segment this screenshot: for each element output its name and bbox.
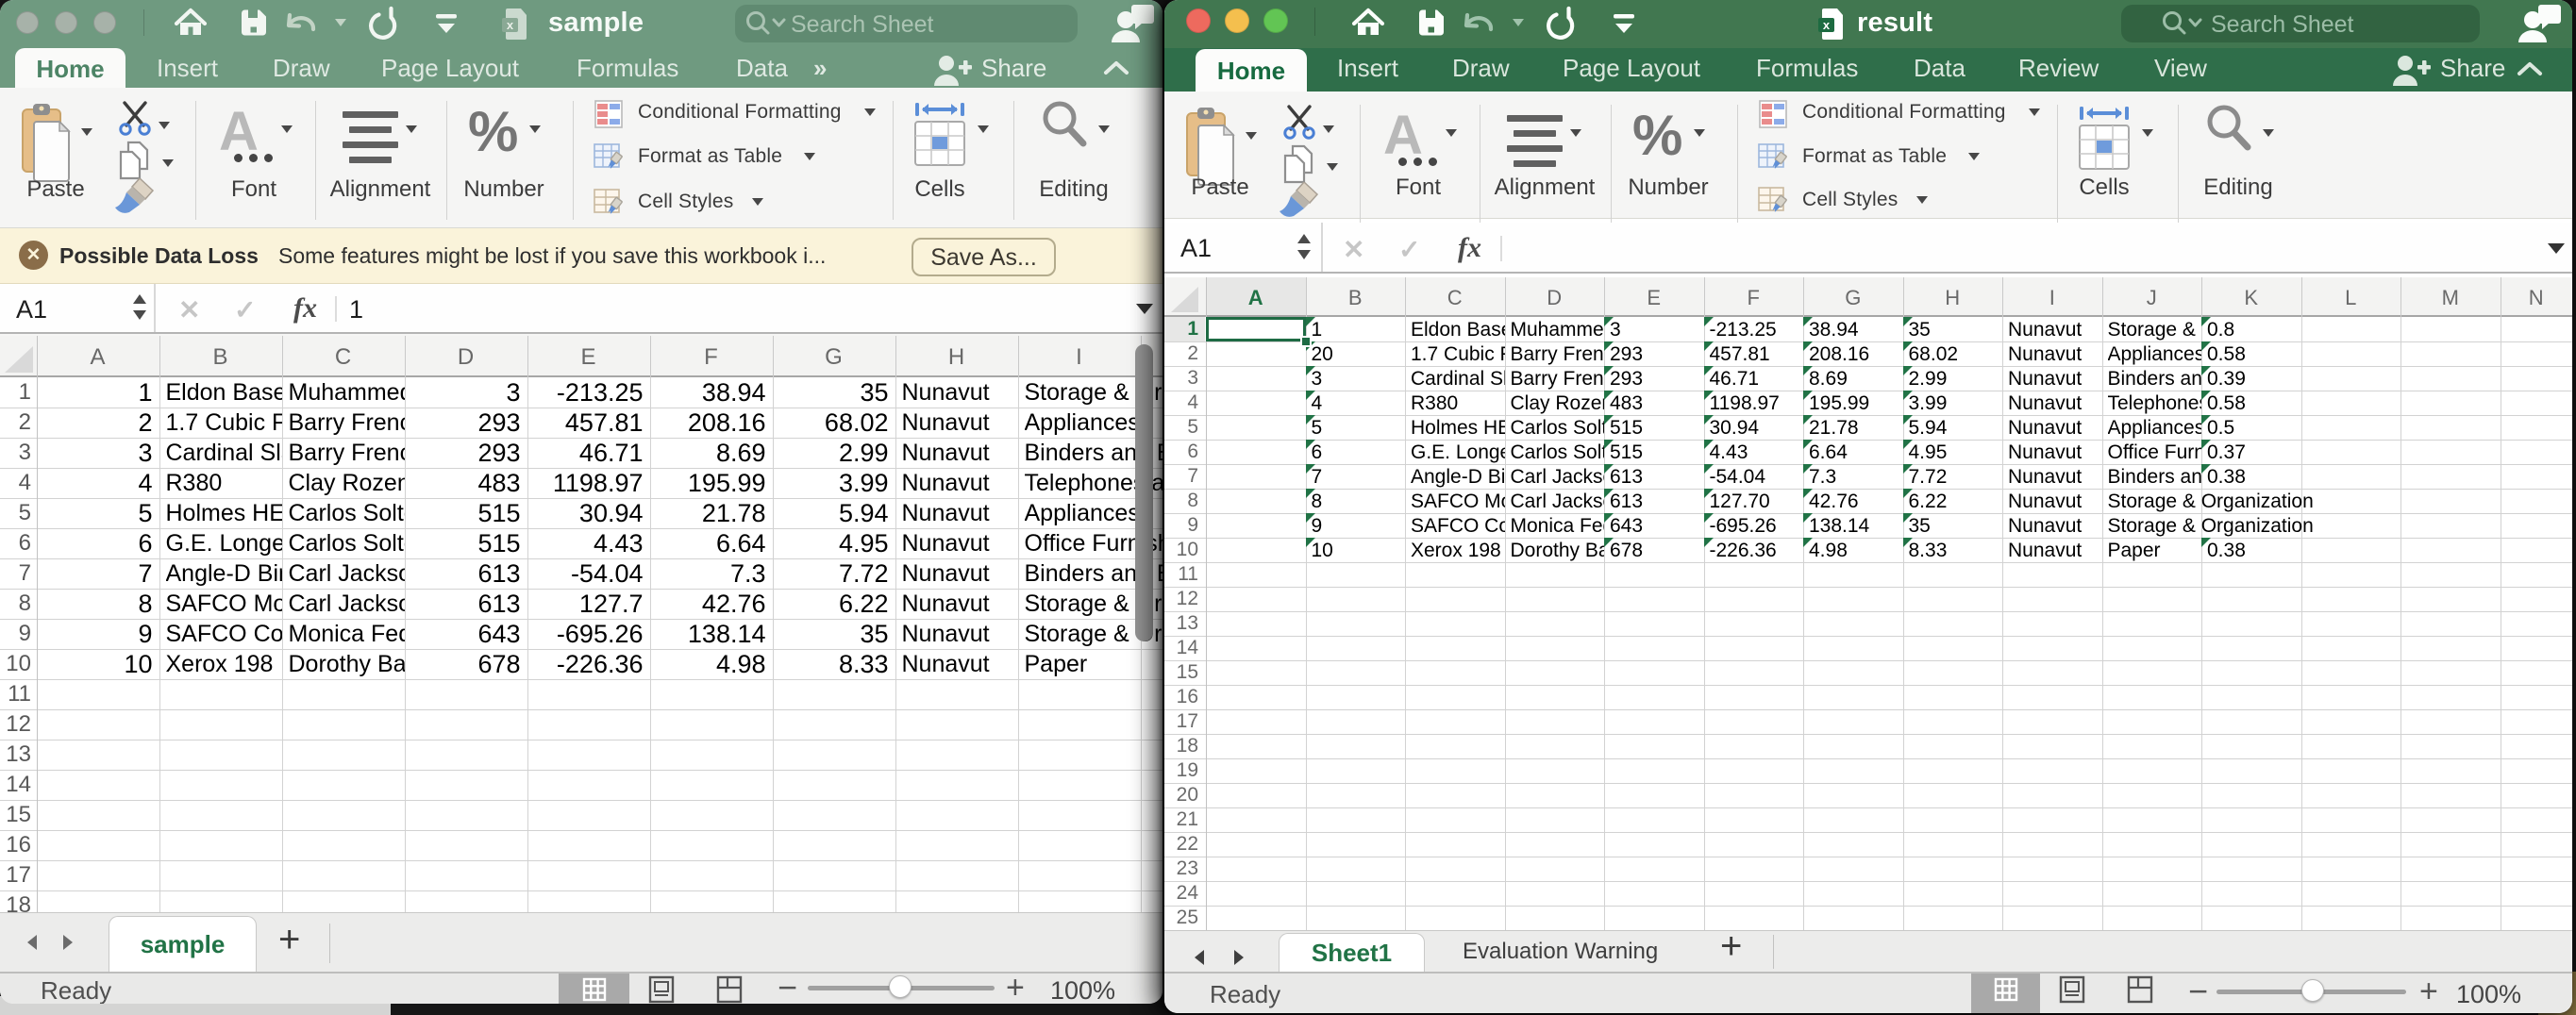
svg-text:x: x — [507, 18, 514, 32]
svg-text:x: x — [1823, 18, 1831, 32]
